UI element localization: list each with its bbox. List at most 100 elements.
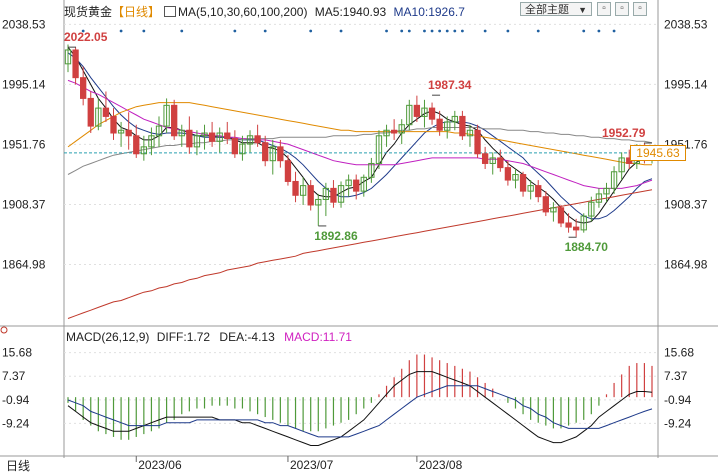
chart-canvas: 2038.532038.531995.141995.141951.761951.… [0,0,718,472]
event-marker-icon [339,29,343,33]
y-tick-label-right: 2038.53 [664,17,708,31]
candle-body [224,132,231,140]
candle-body [436,118,443,131]
ma-settings-icon[interactable] [164,6,177,17]
candle-body [110,115,117,134]
candle-body [474,129,481,155]
minimize-window-button[interactable]: ▫ [597,2,611,16]
event-marker-icon [483,29,487,33]
candle-body [565,222,572,228]
event-marker-icon [142,29,146,33]
macd-tick-label-right: -9.24 [664,416,692,430]
y-tick-label-left: 1864.98 [2,258,46,272]
event-marker-icon [445,29,449,33]
candle-body [353,179,360,192]
event-marker-icon [385,29,388,33]
macd-tick-label-left: -9.24 [2,416,30,430]
period-label[interactable]: 【日线】 [112,5,160,19]
event-marker-icon [582,29,586,33]
candle-body [208,132,216,142]
candle-body [284,160,292,182]
y-tick-label-left: 1951.76 [2,137,46,151]
candle-body [87,97,94,127]
y-tick-label-right: 1864.98 [664,258,708,272]
event-marker-icon [233,29,237,33]
candle-body [390,129,398,134]
ma100-line [67,127,653,175]
extreme-price-label: 1884.70 [565,240,609,254]
theme-dropdown-label: 全部主题 [525,4,569,16]
x-tick-label: 2023/07 [290,458,334,472]
settings-window-button[interactable]: ▫ [633,2,647,16]
y-tick-label-left: 1908.37 [2,197,46,211]
restore-window-button[interactable]: ▫ [615,2,629,16]
period-tab[interactable]: 日线 [0,458,50,474]
macd-tick-label-right: -0.94 [664,393,692,407]
event-marker-icon [506,29,510,33]
candle-body [277,146,284,162]
extreme-price-label: 1892.86 [314,229,358,243]
candle-body [459,115,466,137]
chart-header: 现货黄金【日线】 MA(5,10,30,60,100,200) MA5:1940.… [64,3,465,20]
event-marker-icon [407,29,411,33]
candle-body [72,49,79,79]
ma5-value: MA5:1940.93 [314,5,387,19]
macd-params-label: MACD(26,12,9) [66,330,150,344]
ma10-line [67,52,653,220]
candle-body [481,153,489,164]
candle-body [102,107,110,117]
candle-body [573,226,580,231]
event-marker-icon [400,29,404,33]
y-tick-label-right: 1908.37 [664,197,708,211]
event-marker-icon [119,29,123,33]
candle-body [80,77,87,99]
candle-body [292,180,299,196]
current-price-tag: 1945.63 [630,144,686,161]
candle-body [133,135,140,155]
event-marker-icon [430,29,434,33]
y-tick-label-left: 2038.53 [2,17,46,31]
candle-body [231,138,239,155]
candle-body [535,185,542,198]
candle-body [307,185,314,206]
event-marker-icon [453,29,457,33]
dea-line [67,385,653,438]
macd-value: MACD:11.71 [284,330,352,344]
macd-tick-label-left: 15.68 [2,346,32,360]
candle-body [542,196,549,213]
candle-body [262,142,269,162]
diff-line [67,371,653,446]
extreme-price-label: 1987.34 [428,78,472,92]
event-marker-icon [612,29,616,33]
theme-dropdown[interactable]: 全部主题 ▼ [520,2,592,16]
dea-value: DEA:-4.13 [219,330,275,344]
symbol-label: 现货黄金 [64,5,113,19]
crosshair-icon [0,326,8,334]
extreme-price-label: 1952.79 [602,126,646,140]
event-marker-icon [263,29,267,33]
candle-body [330,187,337,203]
candle-body [254,135,261,144]
macd-tick-label-right: 7.37 [664,369,688,383]
candle-body [504,167,512,181]
y-tick-label-right: 1995.14 [664,77,708,91]
candle-body [171,104,178,137]
x-tick-label: 2023/06 [138,458,182,472]
extreme-price-label: 2022.05 [64,30,108,44]
ma10-value: MA10:1926.7 [393,5,465,19]
macd-tick-label-left: -0.94 [2,393,30,407]
candle-body [413,104,421,117]
y-tick-label-left: 1995.14 [2,77,46,91]
event-marker-icon [423,29,426,33]
diff-value: DIFF:1.72 [156,330,211,344]
event-marker-icon [536,29,540,33]
event-marker-icon [309,29,313,33]
candle-body [497,157,504,169]
candle-body [519,174,527,192]
x-tick-label: 2023/08 [419,458,463,472]
chevron-down-icon: ▼ [578,5,587,15]
event-marker-icon [438,29,442,33]
candle-body [125,129,132,137]
macd-tick-label-left: 7.37 [2,369,26,383]
candle-body [557,207,565,224]
